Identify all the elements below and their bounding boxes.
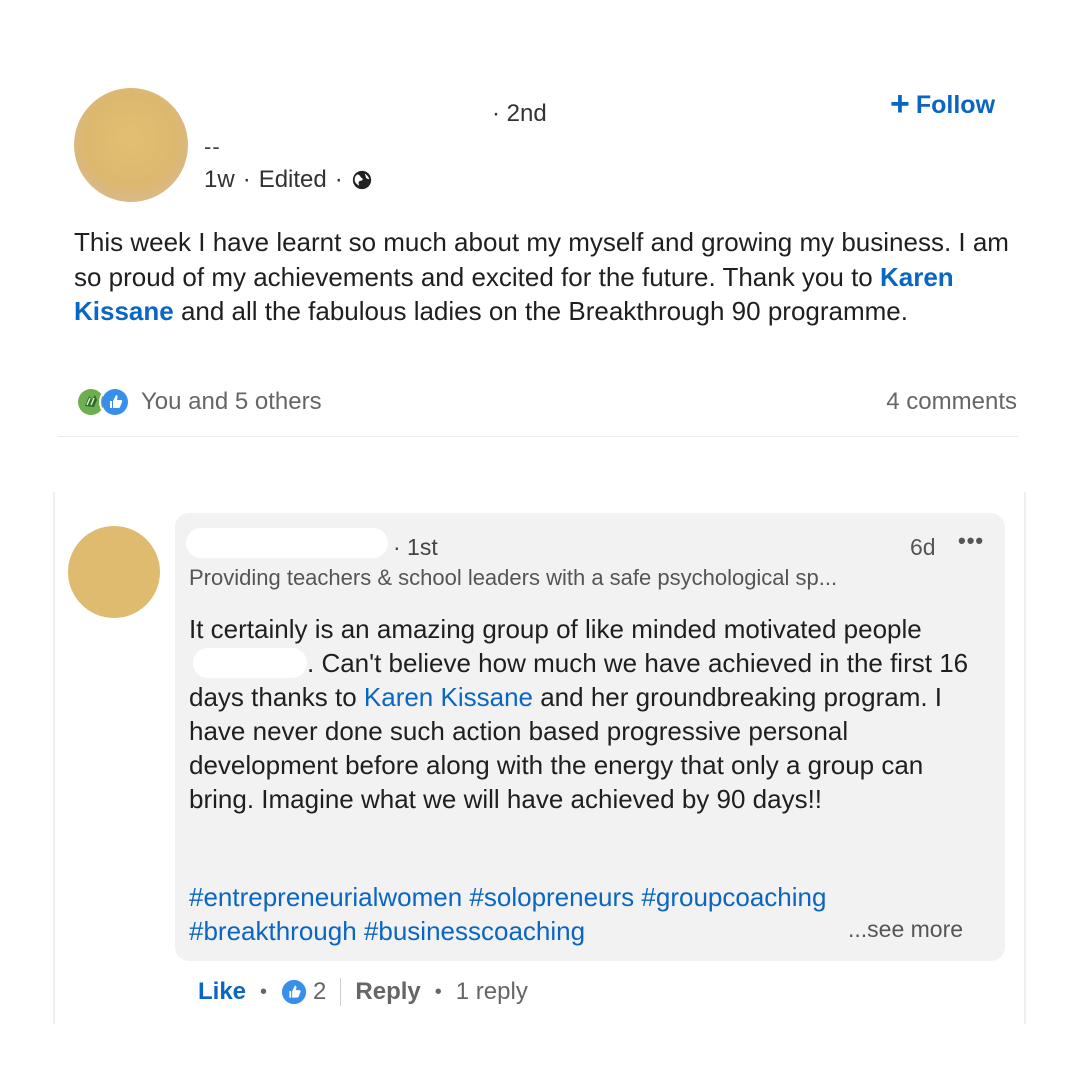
author-avatar[interactable] xyxy=(74,88,188,202)
hashtag[interactable]: #solopreneurs xyxy=(469,882,634,912)
comment-time: 6d xyxy=(910,534,936,560)
see-more-link[interactable]: ...see more xyxy=(848,916,963,943)
hashtag[interactable]: #groupcoaching xyxy=(641,882,826,912)
post-body-intro: This week I have learnt so much about my… xyxy=(74,227,1009,292)
hashtag[interactable]: #breakthrough xyxy=(189,916,357,946)
replies-count-link[interactable]: 1 reply xyxy=(456,978,528,1006)
mention-redacted xyxy=(193,648,307,678)
post-body-outro: and all the fabulous ladies on the Break… xyxy=(173,296,908,326)
post-timestamp: 1w · Edited · xyxy=(204,166,373,194)
like-count[interactable]: 2 xyxy=(313,978,326,1006)
divider xyxy=(58,436,1018,437)
like-icon xyxy=(281,979,307,1005)
hashtag-list: #entrepreneurialwomen #solopreneurs #gro… xyxy=(189,880,909,948)
comment-frame-left xyxy=(53,492,55,1024)
like-icon xyxy=(99,386,131,418)
author-headline: -- xyxy=(204,134,221,159)
globe-icon xyxy=(352,170,371,190)
hashtag[interactable]: #entrepreneurialwomen xyxy=(189,882,462,912)
commenter-degree: · 1st xyxy=(393,534,438,560)
reactions-summary[interactable]: You and 5 others xyxy=(75,386,322,418)
mention-link[interactable]: Karen Kissane xyxy=(364,682,533,712)
commenter-avatar[interactable] xyxy=(68,526,160,618)
reactions-text: You and 5 others xyxy=(141,388,322,415)
comment-frame-right xyxy=(1024,492,1026,1024)
commenter-name-redacted xyxy=(186,528,388,558)
follow-button[interactable]: + Follow xyxy=(890,85,996,123)
follow-label: Follow xyxy=(915,91,996,119)
comments-count-link[interactable]: 4 comments xyxy=(886,388,1017,416)
comment-body: It certainly is an amazing group of like… xyxy=(189,612,989,816)
reaction-icons xyxy=(75,386,131,418)
plus-icon: + xyxy=(890,85,910,123)
author-degree: · 2nd xyxy=(492,100,547,127)
comment-body-part1: It certainly is an amazing group of like… xyxy=(189,614,922,644)
more-options-icon[interactable]: ••• xyxy=(958,528,984,554)
like-button[interactable]: Like xyxy=(198,978,246,1006)
edited-label: Edited xyxy=(258,166,327,193)
post-body: This week I have learnt so much about my… xyxy=(74,225,1034,329)
hashtag[interactable]: #businesscoaching xyxy=(364,916,585,946)
comment-actions: Like • 2 Reply • 1 reply xyxy=(198,978,528,1006)
post-time: 1w xyxy=(204,166,235,193)
reply-button[interactable]: Reply xyxy=(355,978,420,1006)
commenter-headline: Providing teachers & school leaders with… xyxy=(189,565,838,590)
action-divider xyxy=(340,978,342,1006)
